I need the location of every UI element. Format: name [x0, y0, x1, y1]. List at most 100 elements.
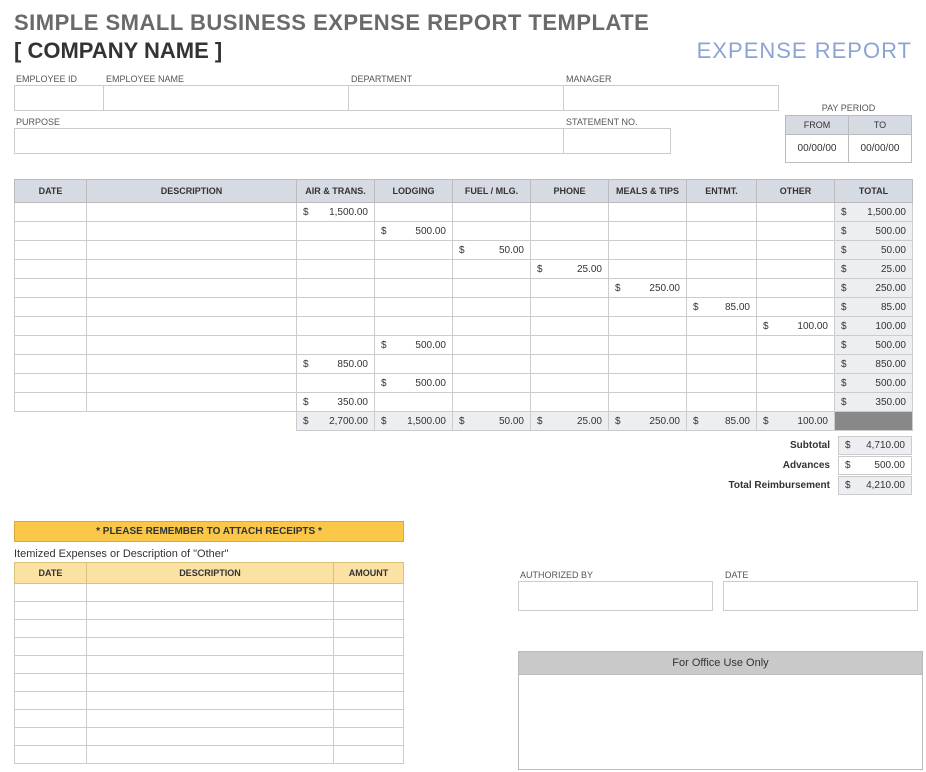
cell-other[interactable]: [757, 355, 835, 374]
manager-input[interactable]: [564, 85, 779, 111]
cell-other[interactable]: [757, 298, 835, 317]
cell-description[interactable]: [87, 203, 297, 222]
cell-air[interactable]: [297, 336, 375, 355]
cell-meals[interactable]: [609, 374, 687, 393]
cell-date[interactable]: [15, 222, 87, 241]
itemized-cell[interactable]: [86, 710, 333, 728]
itemized-cell[interactable]: [334, 584, 404, 602]
itemized-cell[interactable]: [86, 692, 333, 710]
cell-fuel[interactable]: [453, 374, 531, 393]
cell-phone[interactable]: [531, 279, 609, 298]
cell-air[interactable]: [297, 241, 375, 260]
purpose-input[interactable]: [14, 128, 564, 154]
itemized-cell[interactable]: [15, 746, 87, 764]
itemized-cell[interactable]: [15, 728, 87, 746]
cell-fuel[interactable]: [453, 222, 531, 241]
cell-meals[interactable]: [609, 203, 687, 222]
cell-air[interactable]: [297, 317, 375, 336]
itemized-cell[interactable]: [334, 710, 404, 728]
cell-entmt[interactable]: [687, 203, 757, 222]
cell-entmt[interactable]: [687, 393, 757, 412]
cell-phone[interactable]: [531, 203, 609, 222]
itemized-cell[interactable]: [86, 584, 333, 602]
cell-entmt[interactable]: [687, 355, 757, 374]
cell-entmt[interactable]: [687, 222, 757, 241]
cell-other[interactable]: [757, 241, 835, 260]
authorized-by-input[interactable]: [518, 581, 713, 611]
itemized-cell[interactable]: [334, 746, 404, 764]
employee-name-input[interactable]: [104, 85, 349, 111]
cell-phone[interactable]: [531, 336, 609, 355]
cell-date[interactable]: [15, 241, 87, 260]
cell-lodging[interactable]: $500.00: [375, 222, 453, 241]
itemized-cell[interactable]: [86, 746, 333, 764]
cell-date[interactable]: [15, 279, 87, 298]
cell-date[interactable]: [15, 260, 87, 279]
itemized-cell[interactable]: [15, 656, 87, 674]
statement-no-input[interactable]: [564, 128, 671, 154]
department-input[interactable]: [349, 85, 564, 111]
advances-input[interactable]: $500.00: [838, 456, 912, 475]
auth-date-input[interactable]: [723, 581, 918, 611]
itemized-cell[interactable]: [15, 710, 87, 728]
itemized-cell[interactable]: [86, 674, 333, 692]
cell-lodging[interactable]: [375, 317, 453, 336]
cell-meals[interactable]: [609, 222, 687, 241]
cell-other[interactable]: [757, 374, 835, 393]
cell-phone[interactable]: [531, 222, 609, 241]
cell-lodging[interactable]: [375, 203, 453, 222]
cell-entmt[interactable]: [687, 241, 757, 260]
cell-entmt[interactable]: [687, 279, 757, 298]
cell-fuel[interactable]: [453, 336, 531, 355]
cell-fuel[interactable]: [453, 298, 531, 317]
cell-phone[interactable]: [531, 393, 609, 412]
cell-description[interactable]: [87, 260, 297, 279]
cell-air[interactable]: $850.00: [297, 355, 375, 374]
cell-description[interactable]: [87, 279, 297, 298]
itemized-cell[interactable]: [334, 620, 404, 638]
cell-meals[interactable]: [609, 355, 687, 374]
cell-meals[interactable]: [609, 298, 687, 317]
itemized-cell[interactable]: [334, 638, 404, 656]
cell-air[interactable]: [297, 298, 375, 317]
itemized-cell[interactable]: [334, 728, 404, 746]
cell-air[interactable]: [297, 222, 375, 241]
pay-period-from-input[interactable]: 00/00/00: [786, 135, 849, 163]
cell-date[interactable]: [15, 393, 87, 412]
cell-description[interactable]: [87, 222, 297, 241]
cell-other[interactable]: [757, 260, 835, 279]
cell-description[interactable]: [87, 298, 297, 317]
cell-other[interactable]: [757, 203, 835, 222]
itemized-cell[interactable]: [86, 620, 333, 638]
itemized-cell[interactable]: [15, 602, 87, 620]
cell-air[interactable]: [297, 260, 375, 279]
cell-lodging[interactable]: [375, 393, 453, 412]
cell-fuel[interactable]: [453, 355, 531, 374]
cell-description[interactable]: [87, 241, 297, 260]
cell-fuel[interactable]: [453, 317, 531, 336]
itemized-cell[interactable]: [334, 602, 404, 620]
cell-meals[interactable]: [609, 393, 687, 412]
cell-meals[interactable]: $250.00: [609, 279, 687, 298]
cell-lodging[interactable]: [375, 355, 453, 374]
cell-meals[interactable]: [609, 317, 687, 336]
cell-date[interactable]: [15, 336, 87, 355]
cell-air[interactable]: $1,500.00: [297, 203, 375, 222]
cell-date[interactable]: [15, 298, 87, 317]
cell-date[interactable]: [15, 317, 87, 336]
itemized-cell[interactable]: [86, 638, 333, 656]
cell-phone[interactable]: [531, 298, 609, 317]
itemized-cell[interactable]: [15, 638, 87, 656]
cell-fuel[interactable]: [453, 393, 531, 412]
cell-lodging[interactable]: $500.00: [375, 374, 453, 393]
itemized-cell[interactable]: [15, 674, 87, 692]
cell-entmt[interactable]: [687, 317, 757, 336]
cell-entmt[interactable]: $85.00: [687, 298, 757, 317]
itemized-cell[interactable]: [15, 692, 87, 710]
cell-phone[interactable]: [531, 355, 609, 374]
cell-entmt[interactable]: [687, 260, 757, 279]
cell-lodging[interactable]: [375, 298, 453, 317]
itemized-cell[interactable]: [15, 620, 87, 638]
office-use-box[interactable]: [518, 675, 923, 770]
cell-meals[interactable]: [609, 260, 687, 279]
